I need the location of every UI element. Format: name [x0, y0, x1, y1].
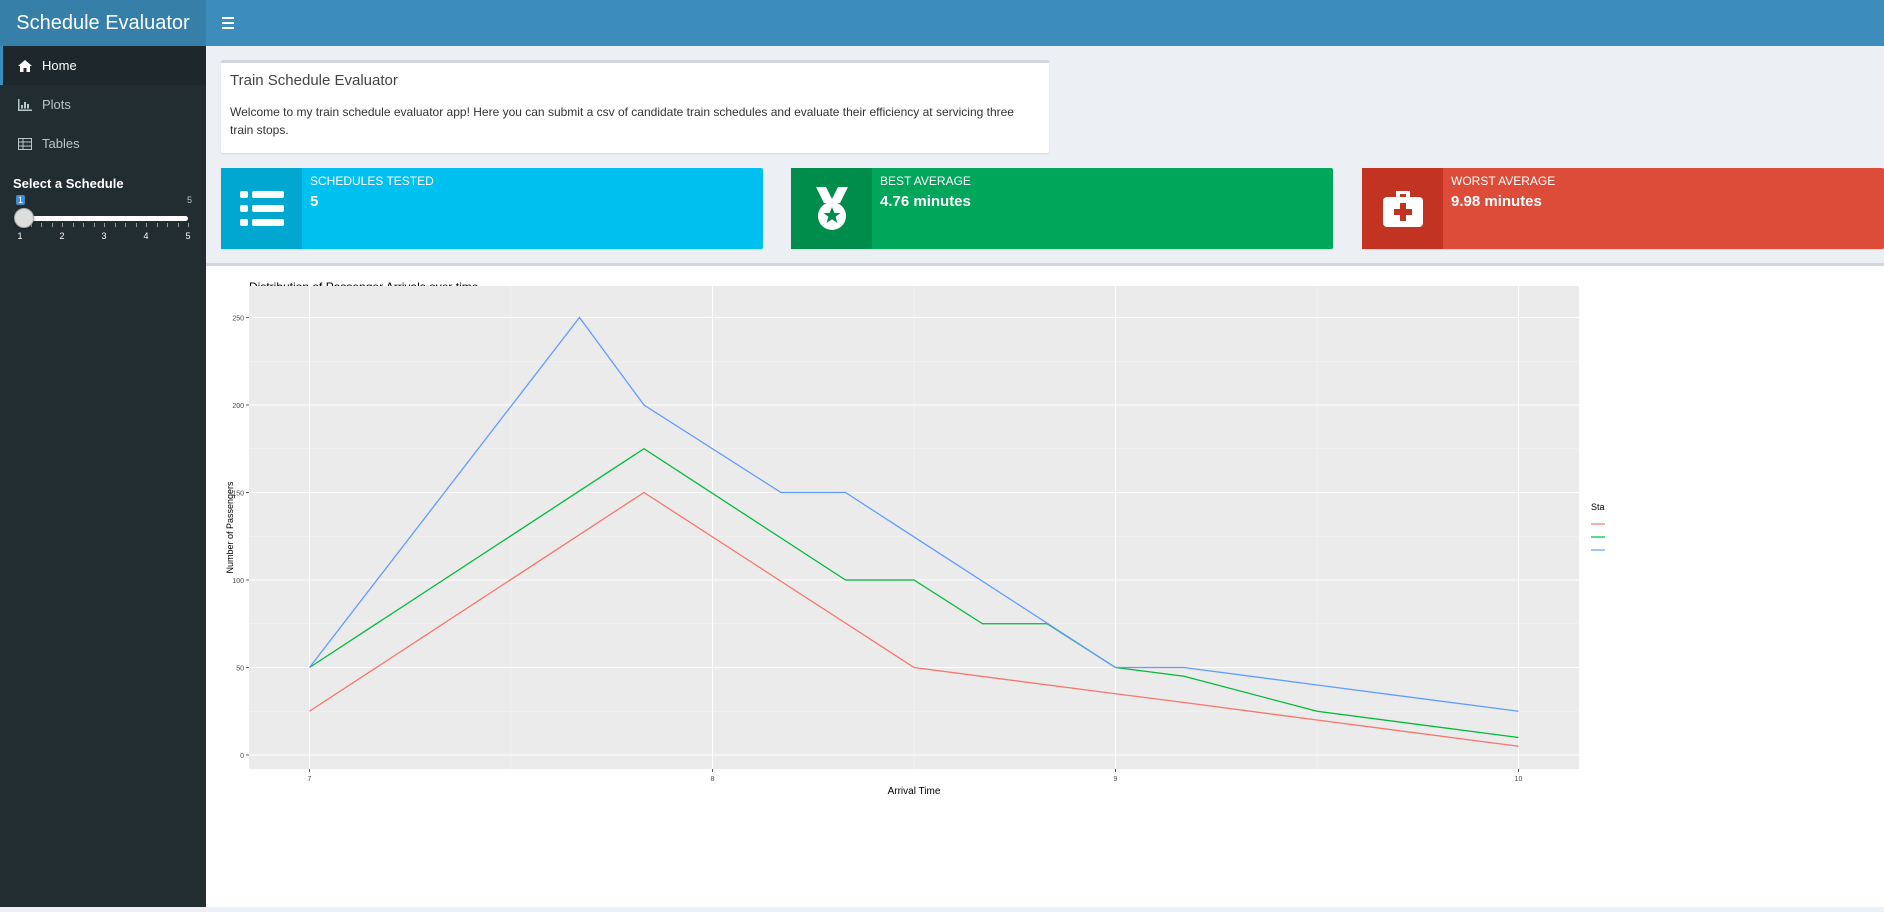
- hamburger-icon-bar: [222, 27, 234, 29]
- home-icon: [18, 59, 36, 72]
- slider-tick: [93, 223, 95, 227]
- info-box-value: 4.76 minutes: [880, 193, 971, 210]
- table-icon: [18, 137, 36, 150]
- slider-tick-label: 3: [101, 231, 107, 241]
- info-box-best-average: BEST AVERAGE 4.76 minutes: [791, 168, 1333, 249]
- sidebar: Home Plots Tables Select a Schedule 1 5 …: [0, 46, 206, 907]
- slider-tick-label: 1: [17, 231, 23, 241]
- app-logo[interactable]: Schedule Evaluator: [0, 0, 206, 46]
- sidebar-item-home[interactable]: Home: [0, 46, 206, 85]
- slider-tick: [146, 223, 147, 227]
- x-tick-label: 9: [1114, 776, 1118, 783]
- info-box-title: SCHEDULES TESTED: [310, 174, 434, 188]
- schedule-slider-label: Select a Schedule: [13, 176, 124, 191]
- slider-tick: [51, 223, 53, 227]
- slider-max-label: 5: [186, 195, 192, 205]
- sidebar-item-label: Plots: [42, 97, 71, 112]
- sidebar-item-label: Tables: [42, 136, 80, 151]
- x-tick-label: 10: [1515, 776, 1523, 783]
- hamburger-icon-bar: [222, 22, 234, 24]
- slider-tick: [114, 223, 116, 227]
- schedule-slider[interactable]: 1 5 1 2 3 4 5: [14, 195, 194, 241]
- slider-tick: [83, 223, 84, 227]
- legend-title: Sta: [1591, 502, 1605, 512]
- slider-tick: [156, 223, 158, 227]
- hamburger-icon: [222, 17, 234, 19]
- passenger-arrivals-chart: Distribution of Passenger Arrivals over …: [225, 280, 1605, 797]
- plot-box: Distribution of Passenger Arrivals over …: [206, 263, 1884, 907]
- info-box-title: WORST AVERAGE: [1451, 174, 1556, 188]
- y-axis-label: Number of Passengers: [225, 481, 235, 574]
- y-tick-label: 100: [232, 578, 244, 585]
- slider-tick: [177, 223, 179, 227]
- info-box-title: BEST AVERAGE: [880, 174, 971, 188]
- legend: Sta: [1591, 502, 1605, 551]
- slider-tick: [135, 223, 137, 227]
- medkit-icon: [1362, 168, 1443, 249]
- intro-title: Train Schedule Evaluator: [230, 72, 398, 89]
- slider-tick: [188, 223, 189, 227]
- slider-tick: [125, 223, 126, 227]
- slider-tick-label: 2: [59, 231, 65, 241]
- slider-track[interactable]: [20, 216, 188, 221]
- medal-icon: [791, 168, 872, 249]
- x-tick-label: 7: [308, 776, 312, 783]
- slider-tick-label: 5: [185, 231, 191, 241]
- bar-chart-icon: [18, 98, 36, 111]
- slider-handle[interactable]: [14, 208, 34, 228]
- info-box-worst-average: WORST AVERAGE 9.98 minutes: [1362, 168, 1884, 249]
- info-box-value: 9.98 minutes: [1451, 193, 1542, 210]
- slider-tick: [62, 223, 63, 227]
- sidebar-item-plots[interactable]: Plots: [0, 85, 206, 124]
- sidebar-item-label: Home: [42, 58, 77, 73]
- slider-tick: [104, 223, 105, 227]
- slider-min-label: 1: [16, 195, 26, 205]
- slider-ticks: [20, 223, 189, 227]
- info-box-value: 5: [310, 193, 319, 210]
- intro-box: Train Schedule Evaluator Welcome to my t…: [221, 60, 1049, 153]
- top-navbar: [206, 0, 1884, 46]
- x-axis-label: Arrival Time: [888, 786, 941, 797]
- slider-tick-label: 4: [143, 231, 149, 241]
- intro-text: Welcome to my train schedule evaluator a…: [230, 105, 1014, 137]
- y-tick-label: 0: [240, 753, 244, 760]
- y-tick-label: 50: [236, 666, 244, 673]
- list-icon: [221, 168, 302, 249]
- y-tick-label: 250: [232, 316, 244, 323]
- info-box-schedules-tested: SCHEDULES TESTED 5: [221, 168, 763, 249]
- sidebar-toggle-button[interactable]: [220, 13, 240, 33]
- slider-tick: [41, 223, 42, 227]
- x-tick-label: 8: [711, 776, 715, 783]
- x-axis: 7 8 9 10: [308, 769, 1523, 783]
- y-tick-label: 200: [232, 403, 244, 410]
- slider-tick: [72, 223, 74, 227]
- sidebar-item-tables[interactable]: Tables: [0, 124, 206, 163]
- slider-tick: [167, 223, 168, 227]
